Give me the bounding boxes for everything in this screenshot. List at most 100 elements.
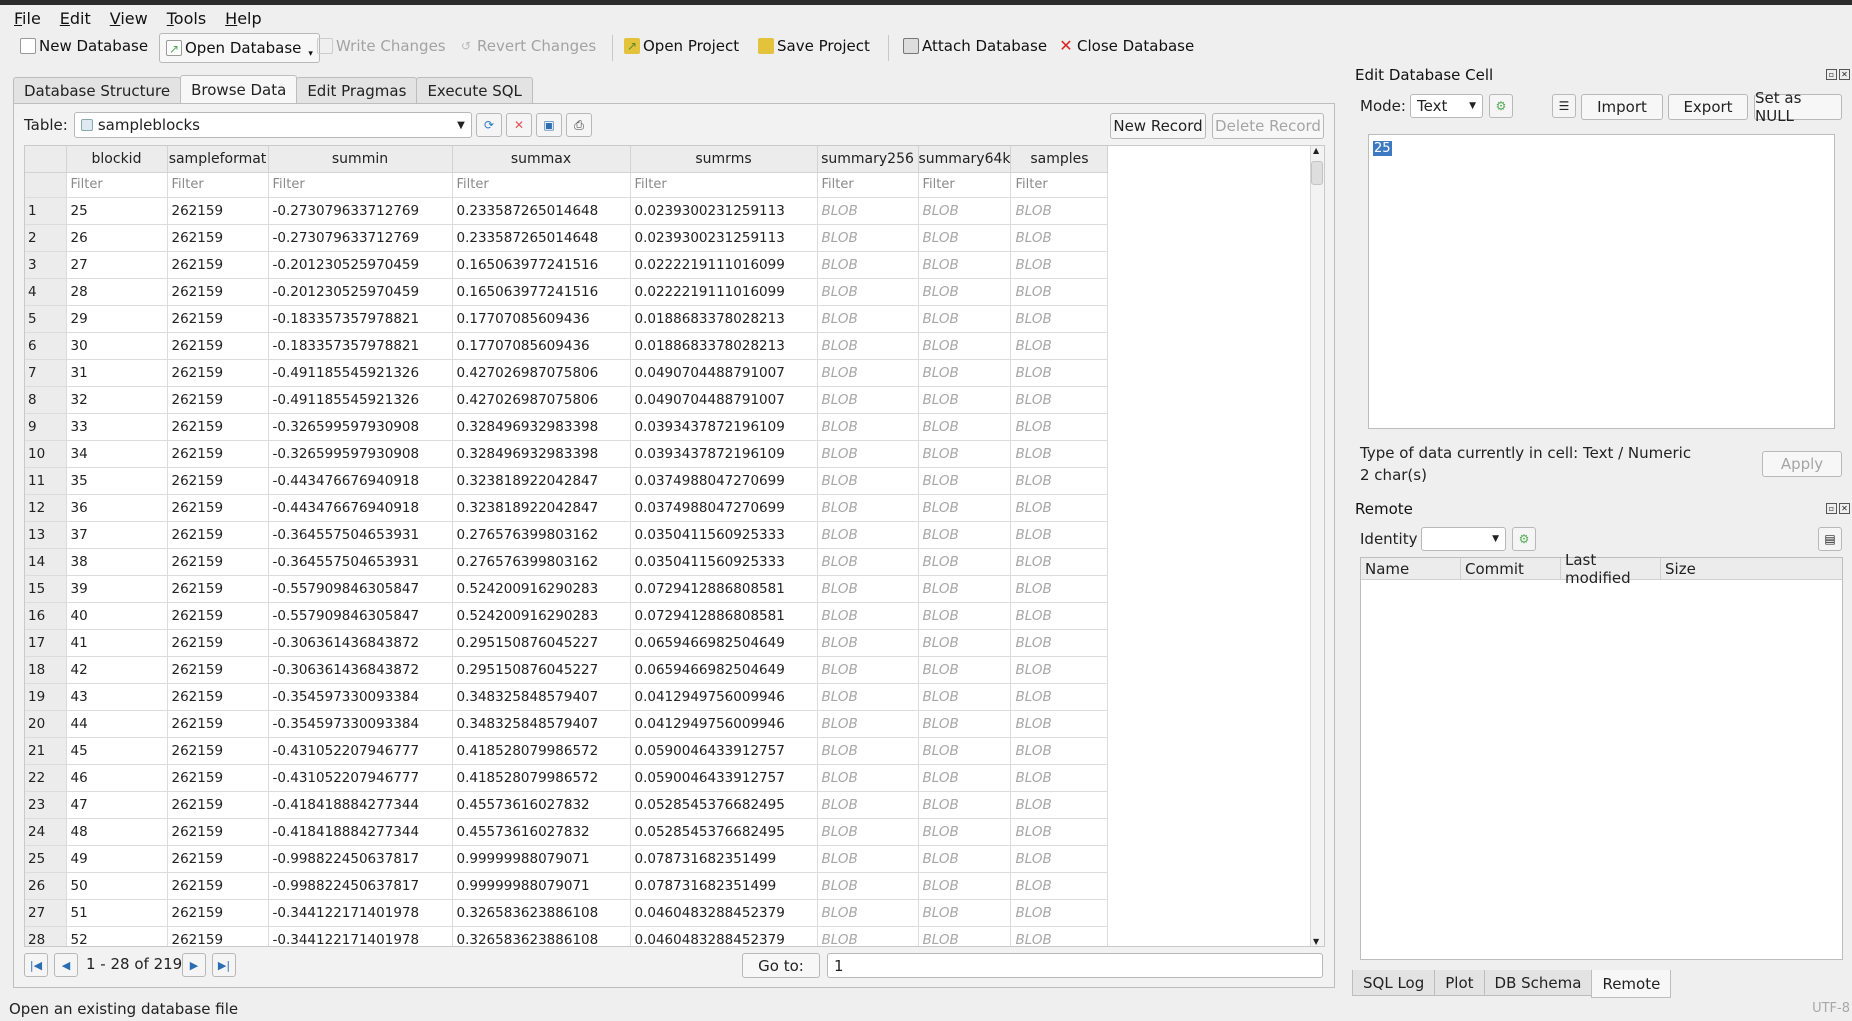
column-header[interactable]: summary256	[817, 146, 919, 173]
table-cell[interactable]: 44	[66, 710, 168, 738]
table-cell[interactable]: 36	[66, 494, 168, 522]
filter-input[interactable]: Filter	[1010, 172, 1109, 198]
blob-cell[interactable]: BLOB	[817, 332, 919, 360]
table-cell[interactable]: -0.273079633712769	[268, 197, 453, 225]
table-cell[interactable]: 32	[66, 386, 168, 414]
table-cell[interactable]: 35	[66, 467, 168, 495]
blob-cell[interactable]: BLOB	[918, 359, 1012, 387]
table-cell[interactable]: 41	[66, 629, 168, 657]
column-header[interactable]: summin	[268, 146, 453, 173]
table-cell[interactable]: 42	[66, 656, 168, 684]
blob-cell[interactable]: BLOB	[918, 737, 1012, 765]
table-cell[interactable]: -0.201230525970459	[268, 251, 453, 279]
cell-editor[interactable]: 25	[1368, 134, 1835, 429]
table-cell[interactable]: -0.443476676940918	[268, 494, 453, 522]
previous-record-button[interactable]: ◀	[54, 953, 78, 977]
column-header[interactable]: sampleformat	[167, 146, 269, 173]
set-as-null-button[interactable]: Set as NULL	[1754, 89, 1842, 125]
row-header[interactable]: 23	[25, 791, 67, 819]
table-cell[interactable]: 0.295150876045227	[452, 629, 631, 657]
table-cell[interactable]: 49	[66, 845, 168, 873]
export-button[interactable]: Export	[1668, 94, 1748, 120]
goto-input[interactable]: 1	[827, 953, 1323, 978]
blob-cell[interactable]: BLOB	[1010, 845, 1109, 873]
table-row[interactable]: 27 51 262159 -0.344122171401978 0.3265836238…	[25, 899, 1109, 927]
table-cell[interactable]: 0.427026987075806	[452, 386, 631, 414]
blob-cell[interactable]: BLOB	[918, 440, 1012, 468]
table-row[interactable]: 17 41 262159 -0.306361436843872 0.2951508760…	[25, 629, 1109, 657]
blob-cell[interactable]: BLOB	[1010, 197, 1109, 225]
table-cell[interactable]: 262159	[167, 548, 269, 576]
table-combo[interactable]: sampleblocks ▼	[73, 112, 472, 138]
table-cell[interactable]: 29	[66, 305, 168, 333]
blob-cell[interactable]: BLOB	[918, 251, 1012, 279]
identity-settings-button[interactable]: ⚙	[1512, 527, 1536, 551]
table-cell[interactable]: -0.354597330093384	[268, 683, 453, 711]
table-cell[interactable]: 262159	[167, 251, 269, 279]
blob-cell[interactable]: BLOB	[817, 926, 919, 946]
table-cell[interactable]: 28	[66, 278, 168, 306]
blob-cell[interactable]: BLOB	[817, 386, 919, 414]
blob-cell[interactable]: BLOB	[1010, 872, 1109, 900]
table-cell[interactable]: 0.348325848579407	[452, 683, 631, 711]
table-cell[interactable]: 0.0460483288452379	[630, 899, 818, 927]
table-cell[interactable]: -0.354597330093384	[268, 710, 453, 738]
table-cell[interactable]: 262159	[167, 629, 269, 657]
table-cell[interactable]: 262159	[167, 413, 269, 441]
table-cell[interactable]: 38	[66, 548, 168, 576]
table-cell[interactable]: 0.0374988047270699	[630, 467, 818, 495]
row-header[interactable]: 20	[25, 710, 67, 738]
new-database-button[interactable]: New Database	[20, 33, 148, 59]
print-button[interactable]: ⎙	[566, 113, 592, 137]
scrollbar-thumb[interactable]	[1311, 161, 1323, 185]
table-cell[interactable]: -0.491185545921326	[268, 386, 453, 414]
table-cell[interactable]: -0.364557504653931	[268, 548, 453, 576]
table-cell[interactable]: 52	[66, 926, 168, 946]
column-header[interactable]: sumrms	[630, 146, 818, 173]
blob-cell[interactable]: BLOB	[1010, 224, 1109, 252]
table-cell[interactable]: 0.276576399803162	[452, 521, 631, 549]
menu-tools[interactable]: Tools	[167, 9, 206, 28]
blob-cell[interactable]: BLOB	[817, 197, 919, 225]
row-header[interactable]: 27	[25, 899, 67, 927]
blob-cell[interactable]: BLOB	[1010, 926, 1109, 946]
remote-col-commit[interactable]: Commit	[1461, 558, 1561, 579]
table-row[interactable]: 14 38 262159 -0.364557504653931 0.2765763998…	[25, 548, 1109, 576]
table-cell[interactable]: -0.557909846305847	[268, 602, 453, 630]
tab-db-schema[interactable]: DB Schema	[1483, 970, 1593, 996]
table-cell[interactable]: 0.418528079986572	[452, 737, 631, 765]
table-cell[interactable]: 0.99999988079071	[452, 845, 631, 873]
table-cell[interactable]: 0.0393437872196109	[630, 413, 818, 441]
table-cell[interactable]: -0.431052207946777	[268, 737, 453, 765]
table-cell[interactable]: 0.427026987075806	[452, 359, 631, 387]
table-cell[interactable]: 0.17707085609436	[452, 305, 631, 333]
blob-cell[interactable]: BLOB	[817, 710, 919, 738]
row-header[interactable]: 8	[25, 386, 67, 414]
blob-cell[interactable]: BLOB	[1010, 521, 1109, 549]
column-header[interactable]: blockid	[66, 146, 168, 173]
filter-input[interactable]: Filter	[817, 172, 919, 198]
blob-cell[interactable]: BLOB	[817, 521, 919, 549]
table-row[interactable]: 26 50 262159 -0.998822450637817 0.9999998807…	[25, 872, 1109, 900]
table-cell[interactable]: 37	[66, 521, 168, 549]
table-cell[interactable]: 0.0222219111016099	[630, 251, 818, 279]
table-cell[interactable]: 262159	[167, 737, 269, 765]
close-icon[interactable]: ✕	[1839, 69, 1850, 80]
table-cell[interactable]: -0.183357357978821	[268, 332, 453, 360]
blob-cell[interactable]: BLOB	[918, 332, 1012, 360]
row-header[interactable]: 4	[25, 278, 67, 306]
blob-cell[interactable]: BLOB	[817, 737, 919, 765]
table-cell[interactable]: 262159	[167, 575, 269, 603]
row-header[interactable]: 1	[25, 197, 67, 225]
remote-push-button[interactable]: ▤	[1818, 527, 1842, 551]
blob-cell[interactable]: BLOB	[918, 197, 1012, 225]
blob-cell[interactable]: BLOB	[918, 494, 1012, 522]
table-cell[interactable]: -0.306361436843872	[268, 656, 453, 684]
tab-sql-log[interactable]: SQL Log	[1352, 970, 1436, 996]
blob-cell[interactable]: BLOB	[817, 278, 919, 306]
table-cell[interactable]: 0.0412949756009946	[630, 683, 818, 711]
blob-cell[interactable]: BLOB	[1010, 575, 1109, 603]
float-icon[interactable]: ▫	[1826, 69, 1837, 80]
table-cell[interactable]: -0.998822450637817	[268, 872, 453, 900]
write-changes-button[interactable]: Write Changes	[317, 33, 446, 59]
